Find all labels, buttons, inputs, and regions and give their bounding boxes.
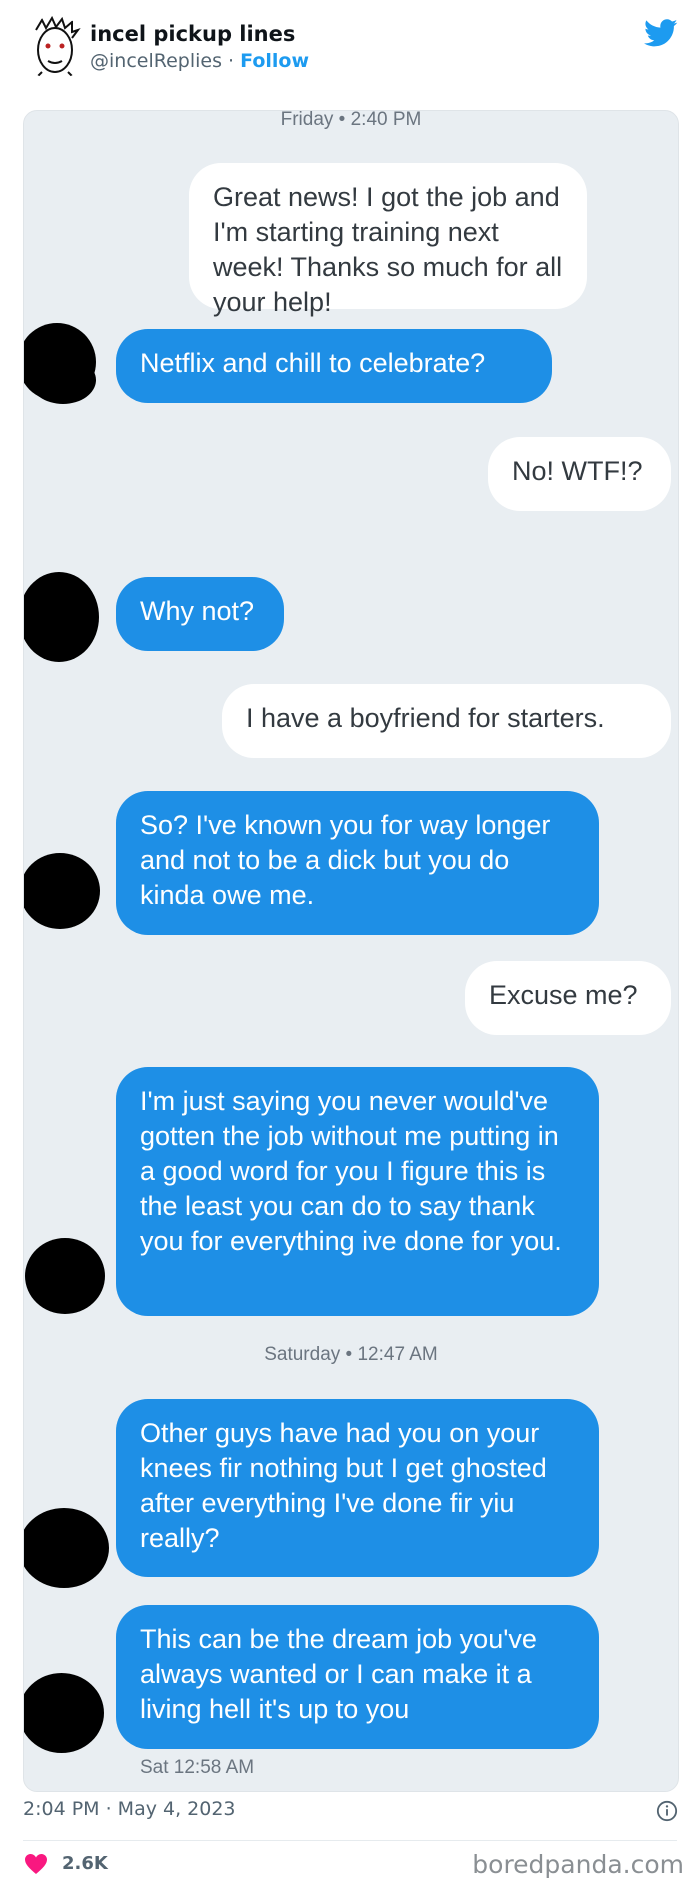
message-sent[interactable]: Great news! I got the job and I'm starti… xyxy=(189,163,587,317)
author-handle[interactable]: @incelReplies xyxy=(90,50,222,72)
face-sketch-icon xyxy=(35,16,81,79)
follow-button[interactable]: Follow xyxy=(240,50,309,72)
day-divider-friday: Friday • 2:40 PM xyxy=(280,110,422,130)
message-timestamp: Sat 12:58 AM xyxy=(140,1757,255,1778)
redacted-avatar xyxy=(24,1673,104,1753)
redacted-avatar xyxy=(25,1238,105,1314)
twitter-bird-icon[interactable] xyxy=(644,16,678,50)
author-handle-row: @incelReplies · Follow xyxy=(90,50,309,72)
watermark: boredpanda.com xyxy=(472,1850,684,1879)
message-received[interactable]: I'm just saying you never would've gotte… xyxy=(116,1067,599,1316)
avatar[interactable] xyxy=(22,16,88,80)
message-received[interactable]: This can be the dream job you've always … xyxy=(116,1605,599,1749)
chat-screenshot: Friday • 2:40 PM Great news! I got the j… xyxy=(23,110,679,1792)
heart-icon xyxy=(25,1854,47,1874)
message-received[interactable]: Netflix and chill to celebrate? xyxy=(116,329,552,403)
message-received[interactable]: Other guys have had you on your knees fi… xyxy=(116,1399,599,1577)
message-sent[interactable]: Excuse me? xyxy=(465,961,671,1035)
like-button[interactable]: 2.6K xyxy=(24,1853,108,1875)
handle-separator: · xyxy=(221,50,241,72)
tweet-header: incel pickup lines @incelReplies · Follo… xyxy=(22,14,678,84)
redacted-avatar xyxy=(24,853,100,929)
message-sent[interactable]: I have a boyfriend for starters. xyxy=(222,684,671,758)
author-name[interactable]: incel pickup lines xyxy=(90,22,295,46)
redacted-avatar xyxy=(24,572,99,662)
redacted-avatar xyxy=(24,1508,109,1588)
divider xyxy=(23,1840,677,1841)
tweet-timestamp[interactable]: 2:04 PM · May 4, 2023 xyxy=(23,1798,236,1820)
day-divider-saturday: Saturday • 12:47 AM xyxy=(264,1344,438,1365)
message-received[interactable]: So? I've known you for way longer and no… xyxy=(116,791,599,935)
message-received[interactable]: Why not? xyxy=(116,577,284,651)
info-icon[interactable] xyxy=(656,1800,678,1822)
message-sent[interactable]: No! WTF!? xyxy=(488,437,671,511)
redacted-avatar-overlap xyxy=(30,356,96,404)
like-count: 2.6K xyxy=(62,1853,108,1874)
